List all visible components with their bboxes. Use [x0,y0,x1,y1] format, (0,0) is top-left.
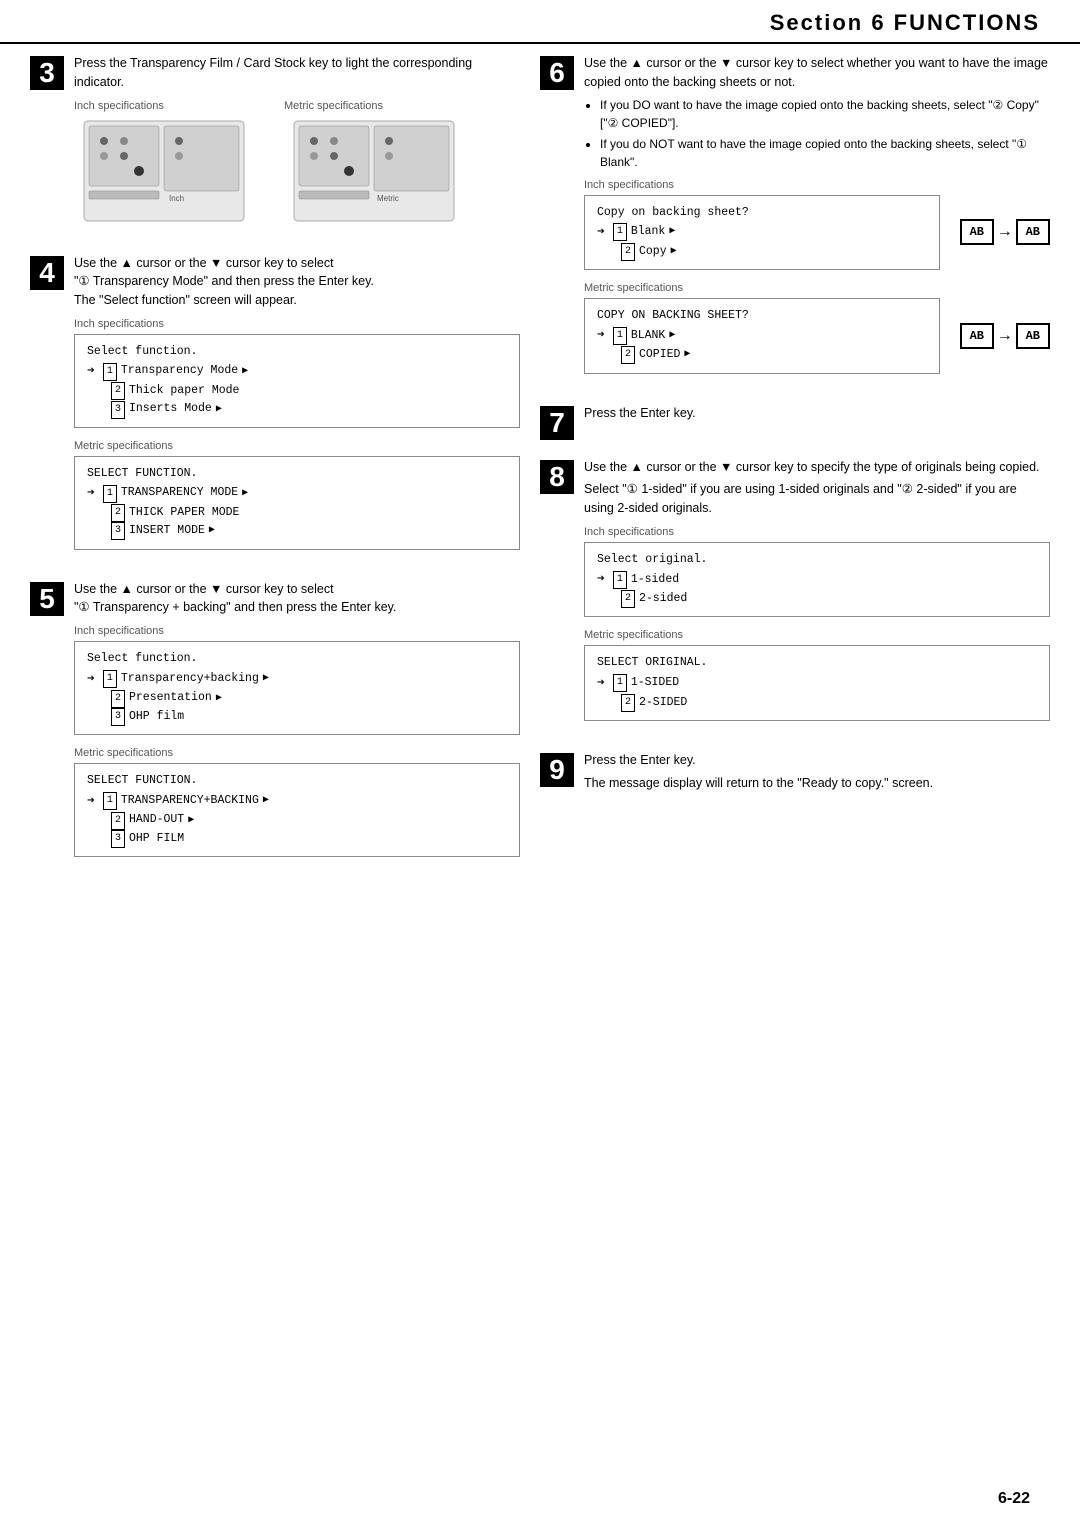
step-6-text: Use the ▲ cursor or the ▼ cursor key to … [584,54,1050,171]
step-8-number: 8 [540,460,574,494]
ab-metric-right: AB [1016,323,1050,349]
step-6-metric-spec: Metric specifications COPY ON BACKING SH… [584,282,1050,374]
step-8-inch-spec: Inch specifications Select original. ➔ 1… [584,526,1050,618]
ab-right: AB [1016,219,1050,245]
ab-left: AB [960,219,994,245]
step-5-metric-screen: SELECT FUNCTION. ➔ 1 TRANSPARENCY+BACKIN… [74,763,520,857]
step-4-metric-spec: Metric specifications SELECT FUNCTION. ➔… [74,440,520,550]
step-4-text: Use the ▲ cursor or the ▼ cursor key to … [74,254,520,310]
step-4-block: 4 Use the ▲ cursor or the ▼ cursor key t… [30,254,520,562]
step-7-number: 7 [540,406,574,440]
step-8-inch-screen: Select original. ➔ 1 1-sided 2 2-sided [584,542,1050,618]
step-6-inch-screen: Copy on backing sheet? ➔ 1 Blank ▶ [584,195,940,271]
step-3-inch-label: Inch specifications [74,100,164,112]
copier-inch-svg: Inch [74,116,254,226]
svg-text:Metric: Metric [377,194,399,203]
step-8-inch-label: Inch specifications [584,526,1050,538]
step-5-metric-label: Metric specifications [74,747,520,759]
step-5-inch-spec: Inch specifications Select function. ➔ 1… [74,625,520,735]
step-8-block: 8 Use the ▲ cursor or the ▼ cursor key t… [540,458,1050,733]
step-7-block: 7 Press the Enter key. [540,404,1050,440]
step-5-content: Use the ▲ cursor or the ▼ cursor key to … [74,580,520,869]
step-9-block: 9 Press the Enter key. The message displ… [540,751,1050,801]
step-7-content: Press the Enter key. [584,404,1050,431]
step-8-metric-label: Metric specifications [584,629,1050,641]
ab-metric-left: AB [960,323,994,349]
left-column: 3 Press the Transparency Film / Card Sto… [30,54,520,887]
step-3-metric-label: Metric specifications [284,100,383,112]
step-5-text: Use the ▲ cursor or the ▼ cursor key to … [74,580,520,618]
step-4-inch-screen: Select function. ➔ 1 Transparency Mode ▶ [74,334,520,428]
header-title: Section 6 FUNCTIONS [770,10,1040,36]
step-6-inch-ab: AB → AB [960,219,1050,245]
step-6-inch-screen-row: Copy on backing sheet? ➔ 1 Blank ▶ [584,195,1050,271]
right-column: 6 Use the ▲ cursor or the ▼ cursor key t… [540,54,1050,887]
step-5-inch-label: Inch specifications [74,625,520,637]
step-5-metric-spec: Metric specifications SELECT FUNCTION. ➔… [74,747,520,857]
step-4-inch-spec: Inch specifications Select function. ➔ 1… [74,318,520,428]
step-3-block: 3 Press the Transparency Film / Card Sto… [30,54,520,236]
step-9-content: Press the Enter key. The message display… [584,751,1050,801]
main-content: 3 Press the Transparency Film / Card Sto… [0,54,1080,887]
step-3-text: Press the Transparency Film / Card Stock… [74,54,520,92]
step-3-content: Press the Transparency Film / Card Stock… [74,54,520,236]
step-3-copier-pair: Inch specifications [74,100,520,226]
step-4-inch-label: Inch specifications [74,318,520,330]
step-4-metric-label: Metric specifications [74,440,520,452]
step-5-number: 5 [30,582,64,616]
step-9-number: 9 [540,753,574,787]
step-4-number: 4 [30,256,64,290]
step-5-block: 5 Use the ▲ cursor or the ▼ cursor key t… [30,580,520,869]
step-4-content: Use the ▲ cursor or the ▼ cursor key to … [74,254,520,562]
step-6-content: Use the ▲ cursor or the ▼ cursor key to … [584,54,1050,386]
page: Section 6 FUNCTIONS 3 Press the Transpar… [0,0,1080,1528]
svg-text:Inch: Inch [169,194,184,203]
step-8-content: Use the ▲ cursor or the ▼ cursor key to … [584,458,1050,733]
step-3-copier-metric: Metric specifications [284,100,464,226]
step-3-copier-inch: Inch specifications [74,100,254,226]
step-6-metric-ab: AB → AB [960,323,1050,349]
step-8-text: Use the ▲ cursor or the ▼ cursor key to … [584,458,1050,518]
copier-metric-svg: Metric [284,116,464,226]
step-7-text: Press the Enter key. [584,404,1050,423]
step-6-inch-spec: Inch specifications Copy on backing shee… [584,179,1050,271]
header: Section 6 FUNCTIONS [0,0,1080,44]
step-8-metric-screen: SELECT ORIGINAL. ➔ 1 1-SIDED 2 2-SIDED [584,645,1050,721]
step-8-metric-spec: Metric specifications SELECT ORIGINAL. ➔… [584,629,1050,721]
step-5-inch-screen: Select function. ➔ 1 Transparency+backin… [74,641,520,735]
step-4-metric-screen: SELECT FUNCTION. ➔ 1 TRANSPARENCY MODE ▶ [74,456,520,550]
step-6-metric-label: Metric specifications [584,282,1050,294]
step-6-metric-screen: COPY ON BACKING SHEET? ➔ 1 BLANK ▶ [584,298,940,374]
step-6-inch-label: Inch specifications [584,179,1050,191]
step-9-text: Press the Enter key. The message display… [584,751,1050,793]
step-6-number: 6 [540,56,574,90]
step-6-metric-screen-row: COPY ON BACKING SHEET? ➔ 1 BLANK ▶ [584,298,1050,374]
page-number: 6-22 [998,1490,1030,1508]
step-6-block: 6 Use the ▲ cursor or the ▼ cursor key t… [540,54,1050,386]
step-3-number: 3 [30,56,64,90]
